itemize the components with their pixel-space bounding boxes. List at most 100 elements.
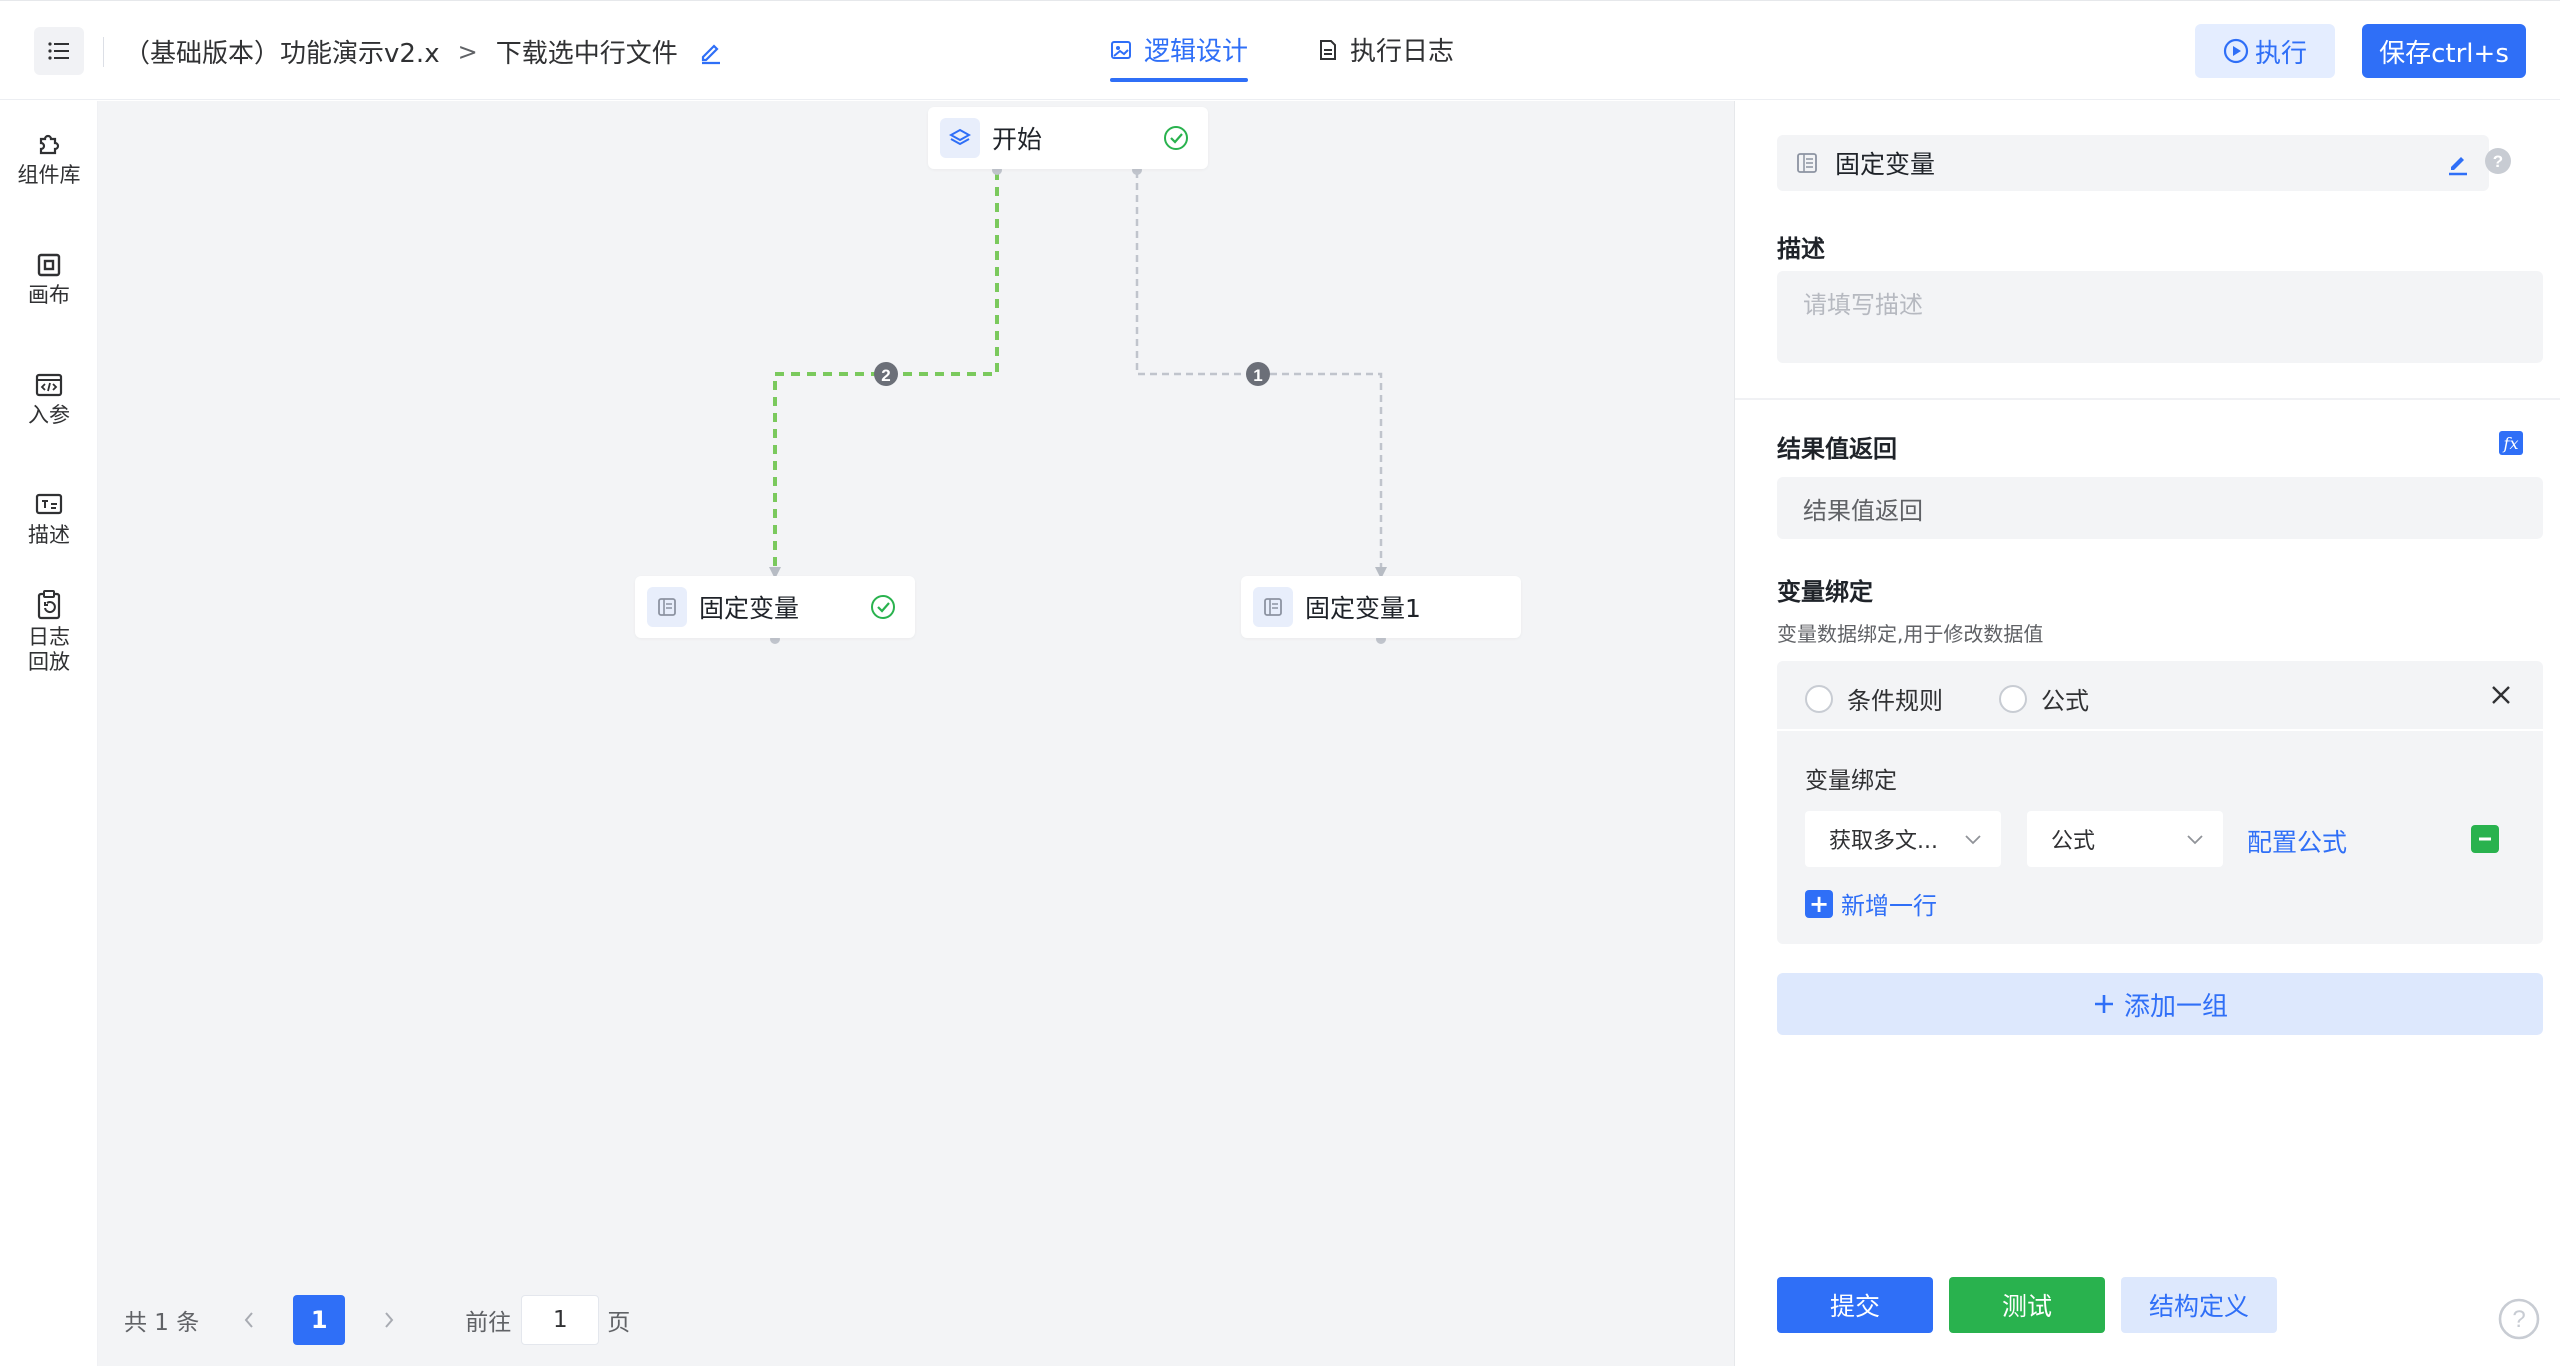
section-divider xyxy=(1735,398,2560,400)
list-icon xyxy=(48,42,69,60)
inner-binding-label: 变量绑定 xyxy=(1805,768,1897,794)
sidebar-item-log-replay[interactable]: 日志 回放 xyxy=(0,589,98,675)
page-suffix: 页 xyxy=(607,1310,631,1336)
document-icon xyxy=(1320,39,1337,60)
sidebar-label: 入参 xyxy=(28,403,70,427)
save-button[interactable]: 保存ctrl+s xyxy=(2362,24,2526,78)
top-bar: （基础版本）功能演示v2.x > 下载选中行文件 逻辑设计 执行日志 执行 保存… xyxy=(0,0,2560,100)
flow-node-fixed-var-1[interactable]: 固定变量1 xyxy=(1241,576,1521,638)
sidebar-label: 日志 回放 xyxy=(28,625,70,674)
node-title-field[interactable]: 固定变量 xyxy=(1777,135,2489,191)
sidebar-label: 描述 xyxy=(28,523,70,547)
page-number-current[interactable]: 1 xyxy=(293,1295,346,1345)
result-input[interactable]: 结果值返回 xyxy=(1777,477,2543,539)
goto-page-input[interactable]: 1 xyxy=(521,1295,600,1345)
chevron-right-icon xyxy=(385,1312,394,1328)
description-textarea[interactable]: 请填写描述 xyxy=(1777,271,2543,363)
help-circle-icon[interactable]: ? xyxy=(2497,1297,2541,1341)
node-label: 固定变量 xyxy=(699,594,800,623)
sidebar-item-description[interactable]: 描述 xyxy=(0,491,98,548)
node-title: 固定变量 xyxy=(1835,150,1936,179)
field-select[interactable]: 获取多文... xyxy=(1805,811,2001,867)
breadcrumb-separator: > xyxy=(457,37,478,66)
result-label: 结果值返回 xyxy=(1777,435,1897,463)
variable-icon xyxy=(1797,153,1817,173)
test-button[interactable]: 测试 xyxy=(1949,1277,2105,1333)
edge-order-label: 1 xyxy=(1253,366,1262,385)
sidebar-item-canvas[interactable]: 画布 xyxy=(0,251,98,308)
group-header: 条件规则 公式 xyxy=(1777,661,2543,731)
submit-button[interactable]: 提交 xyxy=(1777,1277,1933,1333)
flow-node-start[interactable]: 开始 xyxy=(928,107,1208,169)
add-row-label: 新增一行 xyxy=(1841,892,1937,920)
text-icon xyxy=(35,493,63,515)
next-page-button[interactable] xyxy=(363,1295,416,1345)
check-circle-icon xyxy=(871,595,895,619)
node-label: 固定变量1 xyxy=(1305,594,1421,623)
add-group-label: 添加一组 xyxy=(2123,991,2228,1022)
edge-order-label: 2 xyxy=(881,366,890,385)
chevron-left-icon xyxy=(244,1312,254,1328)
svg-text:?: ? xyxy=(2512,1306,2525,1333)
chevron-down-icon xyxy=(2187,835,2203,845)
image-icon xyxy=(1111,40,1131,59)
header-divider xyxy=(103,37,104,67)
check-circle-icon xyxy=(1164,126,1188,150)
radio-circle xyxy=(1999,684,2027,713)
plus-icon: + xyxy=(1805,889,1833,918)
sidebar-item-components[interactable]: 组件库 xyxy=(0,129,98,188)
minus-icon xyxy=(2479,837,2491,841)
radio-label: 条件规则 xyxy=(1847,687,1943,715)
tab-logic-design[interactable]: 逻辑设计 xyxy=(1110,31,1249,82)
binding-group: 条件规则 公式 变量绑定 获取多文... 公式 配置公式 + 新增一行 xyxy=(1777,661,2543,944)
variable-icon xyxy=(1253,587,1293,627)
puzzle-icon xyxy=(39,134,60,155)
radio-formula[interactable]: 公式 xyxy=(1999,681,2089,716)
add-group-button[interactable]: 添加一组 xyxy=(1777,973,2543,1035)
structure-definition-button[interactable]: 结构定义 xyxy=(2121,1277,2277,1333)
type-select[interactable]: 公式 xyxy=(2027,811,2223,867)
radio-label: 公式 xyxy=(2041,687,2089,715)
sidebar-label: 画布 xyxy=(28,283,70,307)
tab-execution-log[interactable]: 执行日志 xyxy=(1318,31,1454,82)
add-row-button[interactable]: + 新增一行 xyxy=(1805,886,1937,921)
radio-condition-rule[interactable]: 条件规则 xyxy=(1805,681,1943,716)
node-config-panel: 固定变量 ? 描述 请填写描述 结果值返回 fx 结果值返回 变量绑定 变量数据… xyxy=(1734,101,2560,1366)
select-value: 获取多文... xyxy=(1829,829,1938,854)
plus-icon xyxy=(2094,995,2113,1013)
layers-icon xyxy=(940,118,980,158)
breadcrumb: （基础版本）功能演示v2.x > 下载选中行文件 xyxy=(124,33,724,70)
goto-label: 前往 xyxy=(465,1310,512,1336)
code-icon xyxy=(35,373,63,397)
svg-text:?: ? xyxy=(2493,152,2503,171)
tab-label: 执行日志 xyxy=(1350,37,1455,67)
sidebar-label: 组件库 xyxy=(17,163,81,187)
variable-icon xyxy=(647,587,687,627)
flow-edges: 2 1 xyxy=(769,165,1387,644)
close-icon[interactable] xyxy=(2487,681,2515,709)
configure-formula-link[interactable]: 配置公式 xyxy=(2247,823,2347,859)
prev-page-button[interactable] xyxy=(223,1295,276,1345)
pagination-total: 共 1 条 xyxy=(124,1310,200,1336)
tab-label: 逻辑设计 xyxy=(1144,37,1249,67)
edit-title-icon[interactable] xyxy=(698,39,724,65)
remove-row-button[interactable] xyxy=(2471,825,2499,853)
run-label: 执行 xyxy=(2254,38,2307,69)
radio-circle xyxy=(1805,684,1833,713)
sidebar-item-params[interactable]: 入参 xyxy=(0,371,98,428)
play-circle-icon xyxy=(2223,38,2249,64)
formula-fx-icon[interactable]: fx xyxy=(2499,431,2523,455)
run-button[interactable]: 执行 xyxy=(2195,24,2335,78)
pagination: 共 1 条 1 前往 1 页 xyxy=(124,1295,630,1345)
canvas-icon xyxy=(37,253,61,277)
edit-icon[interactable] xyxy=(2445,150,2471,176)
binding-label: 变量绑定 xyxy=(1777,578,1873,606)
flow-node-fixed-var[interactable]: 固定变量 xyxy=(635,576,915,638)
breadcrumb-app[interactable]: （基础版本）功能演示v2.x xyxy=(124,33,440,70)
flow-canvas[interactable]: 2 1 开始 固定变量 固定变量1 xyxy=(98,101,1734,1366)
left-sidebar: 组件库 画布 入参 描述 日志 回放 xyxy=(0,101,98,1366)
help-icon[interactable]: ? xyxy=(2483,146,2513,176)
menu-toggle-button[interactable] xyxy=(34,27,84,75)
binding-hint: 变量数据绑定,用于修改数据值 xyxy=(1777,622,2044,646)
select-value: 公式 xyxy=(2051,829,2096,854)
